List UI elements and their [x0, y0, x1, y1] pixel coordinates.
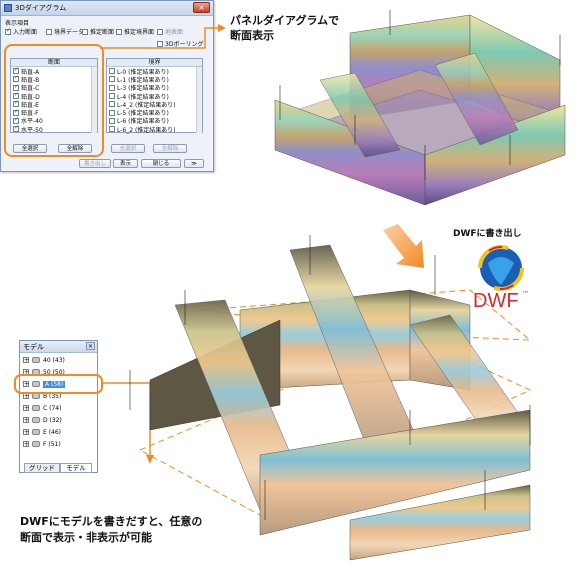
- caption-top-line2: 断面表示: [230, 29, 274, 42]
- panel-diagram-top: [274, 10, 566, 206]
- expand-plus-icon[interactable]: +: [23, 429, 29, 436]
- tab-grid[interactable]: グリッド: [24, 463, 60, 473]
- close-icon[interactable]: ×: [86, 342, 95, 350]
- model-icon: [32, 417, 40, 423]
- connector-line: [100, 27, 218, 49]
- model-icon: [32, 357, 40, 363]
- model-panel: モデル × + 40 (43) + 50 (50) + A (58) + B (…: [19, 340, 98, 473]
- model-icon: [32, 429, 40, 435]
- tree-item[interactable]: + E (46): [23, 427, 61, 437]
- model-icon: [32, 441, 40, 447]
- tab-model[interactable]: モデル: [60, 463, 92, 473]
- model-panel-titlebar: モデル ×: [20, 341, 97, 353]
- expand-plus-icon[interactable]: +: [23, 417, 29, 424]
- highlight-outline: [14, 374, 103, 394]
- tree-item-label: D (32): [43, 416, 62, 424]
- caption-bottom-line2: 断面で表示・非表示が可能: [20, 531, 152, 544]
- tree-item-label: E (46): [43, 428, 62, 436]
- expand-plus-icon[interactable]: +: [23, 441, 29, 448]
- tree-item[interactable]: + F (51): [23, 439, 61, 449]
- tree-item[interactable]: + D (32): [23, 415, 62, 425]
- tree-item-label: C (74): [43, 404, 62, 412]
- tree-item-label: F (51): [43, 440, 61, 448]
- caption-bottom-line1: DWFにモデルを書きだすと、任意の: [20, 515, 203, 528]
- model-icon: [32, 405, 40, 411]
- expand-plus-icon[interactable]: +: [23, 357, 29, 364]
- tree-item[interactable]: + 40 (43): [23, 355, 65, 365]
- arrow-right-icon: [218, 24, 226, 32]
- tree-item[interactable]: + C (74): [23, 403, 61, 413]
- expand-plus-icon[interactable]: +: [23, 405, 29, 412]
- model-panel-title: モデル: [23, 343, 44, 351]
- caption-top-line1: パネルダイアグラムで: [230, 14, 340, 27]
- tree-item-label: 40 (43): [43, 356, 65, 364]
